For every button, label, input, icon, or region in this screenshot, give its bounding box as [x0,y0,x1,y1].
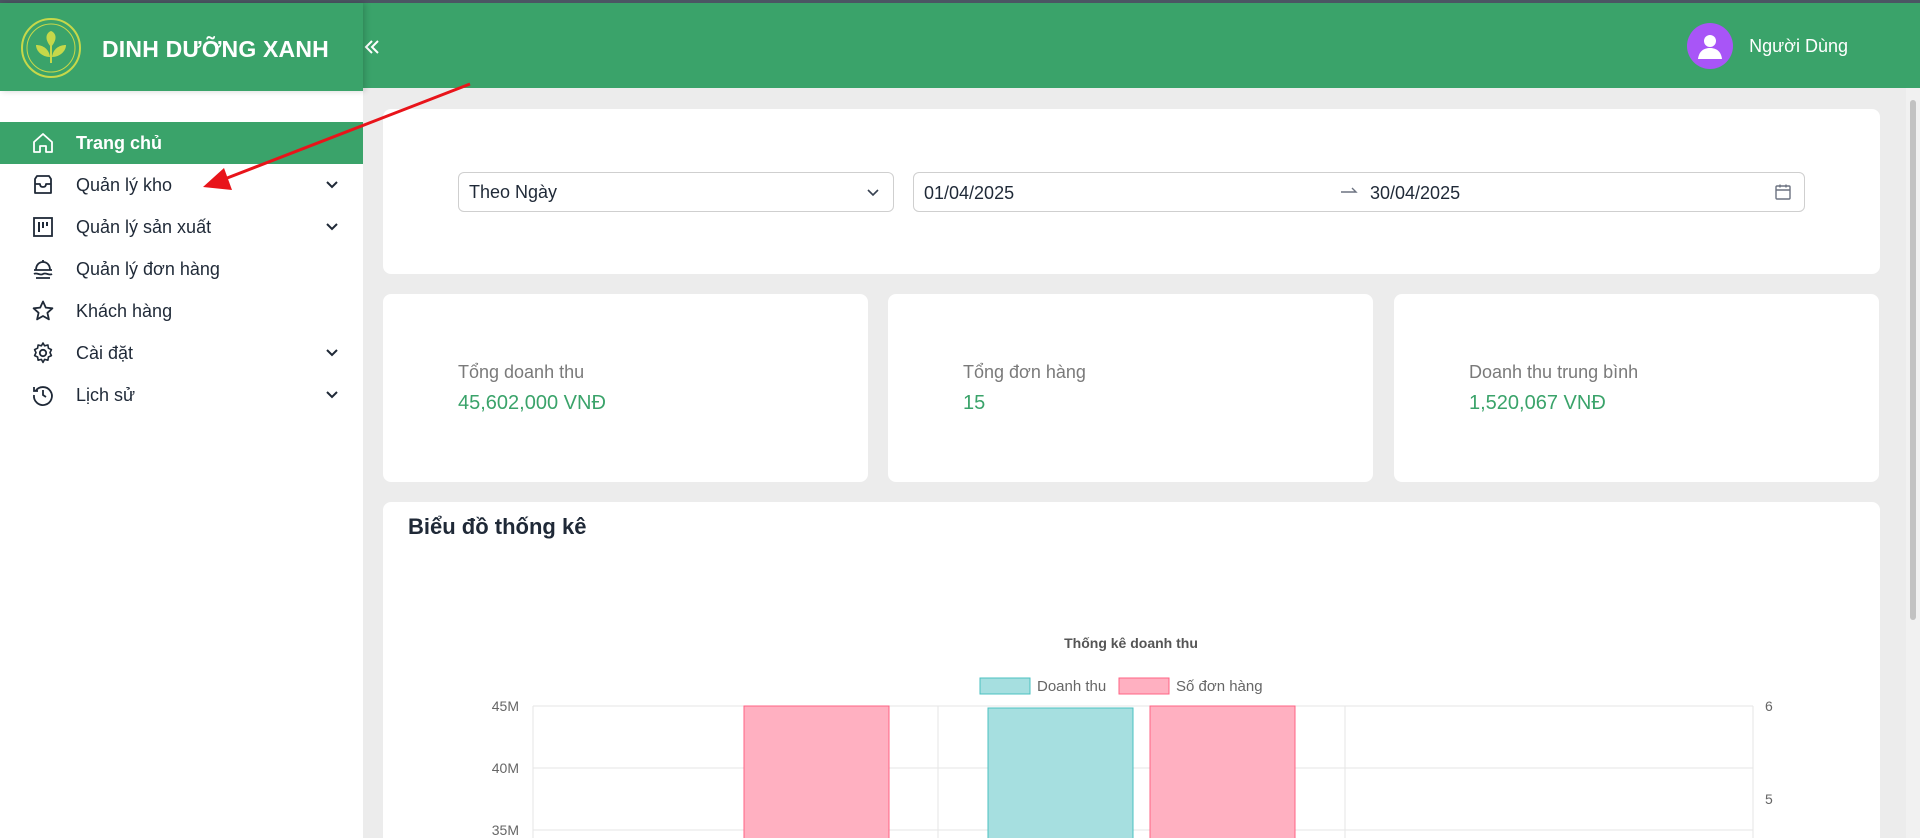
chevron-down-icon[interactable] [323,176,341,194]
sidebar-item-label: Quản lý kho [76,174,173,195]
stat-value: 1,520,067 VNĐ [1469,392,1606,414]
revenue-chart: Thống kê doanh thu Doanh thu Số đơn hàng 45… [492,635,1773,838]
chevron-down-icon[interactable] [323,218,341,236]
sidebar-item-home[interactable]: Trang chủ [0,122,363,164]
sidebar-item-production[interactable]: Quản lý sản xuất [0,206,363,248]
chart-card: Biểu đồ thống kê Thống kê doanh thu Doanh… [383,502,1880,838]
sidebar-item-label: Lịch sử [76,384,136,405]
bar [987,707,1134,838]
sidebar-nav: Trang chủ Quản lý kho Quản lý sản xuất Q… [0,122,363,416]
end-date-input[interactable]: 30/04/2025 [1370,183,1460,204]
period-select-value: Theo Ngày [469,181,558,202]
user-icon [1698,35,1723,59]
filter-card: Theo Ngày 01/04/2025 30/04/2025 [383,109,1880,274]
user-menu[interactable]: Người Dùng [1687,23,1848,69]
home-icon [30,130,56,156]
gear-icon [30,340,56,366]
top-bar: DINH DƯỠNG XANH Người Dùng [0,0,1920,91]
scrollbar-thumb[interactable] [1910,100,1916,620]
period-select[interactable]: Theo Ngày [458,172,894,212]
star-icon [30,298,56,324]
leaf-logo-icon [21,18,81,78]
project-board-icon [30,214,56,240]
sidebar-item-orders[interactable]: Quản lý đơn hàng [0,248,363,290]
sidebar-item-label: Trang chủ [76,132,163,153]
user-name: Người Dùng [1749,35,1848,56]
bar [1149,705,1296,838]
y-left-tick-label: 45M [492,698,519,714]
sidebar-item-customers[interactable]: Khách hàng [0,290,363,332]
avatar[interactable] [1687,23,1734,69]
stat-label: Doanh thu trung bình [1469,362,1639,382]
sidebar-item-label: Quản lý đơn hàng [76,258,220,279]
sidebar-item-label: Khách hàng [76,300,173,321]
legend-label: Doanh thu [1037,678,1106,695]
stat-card-average-revenue: Doanh thu trung bình 1,520,067 VNĐ [1394,294,1879,482]
stat-card-total-orders: Tổng đơn hàng 15 [888,294,1373,482]
bar [743,705,890,838]
date-range-picker[interactable]: 01/04/2025 30/04/2025 [913,172,1805,212]
stat-label: Tổng đơn hàng [963,362,1086,382]
legend-swatch [979,677,1031,695]
arrow-right-icon [1339,180,1359,206]
brand: DINH DƯỠNG XANH [0,3,363,91]
stat-label: Tổng doanh thu [458,362,585,382]
double-chevron-left-icon [364,40,379,54]
y-left-tick-label: 35M [492,822,519,838]
start-date-input[interactable]: 01/04/2025 [924,183,1014,204]
sidebar: Trang chủ Quản lý kho Quản lý sản xuất Q… [0,88,363,838]
chevron-down-icon[interactable] [323,386,341,404]
sidebar-item-settings[interactable]: Cài đặt [0,332,363,374]
dish-icon [30,256,56,282]
legend-label: Số đơn hàng [1176,678,1263,695]
sidebar-item-label: Cài đặt [76,342,134,363]
chevron-down-icon[interactable] [323,344,341,362]
sidebar-item-warehouse[interactable]: Quản lý kho [0,164,363,206]
y-right-tick-label: 5 [1765,791,1773,807]
collapse-sidebar-button[interactable] [362,33,382,64]
page-scrollbar[interactable] [1906,88,1920,838]
y-right-tick-label: 6 [1765,698,1773,714]
stat-card-total-revenue: Tổng doanh thu 45,602,000 VNĐ [383,294,868,482]
chevron-down-icon [867,189,879,197]
legend-swatch [1118,677,1170,695]
sidebar-item-history[interactable]: Lịch sử [0,374,363,416]
stat-value: 15 [963,392,986,414]
sidebar-item-label: Quản lý sản xuất [76,216,212,237]
brand-title: DINH DƯỠNG XANH [102,36,329,62]
inbox-icon [30,172,56,198]
chart-title: Thống kê doanh thu [1064,635,1198,651]
history-clock-icon [30,382,56,408]
y-left-tick-label: 40M [492,760,519,776]
stat-value: 45,602,000 VNĐ [458,392,606,414]
calendar-icon[interactable] [1774,183,1792,201]
